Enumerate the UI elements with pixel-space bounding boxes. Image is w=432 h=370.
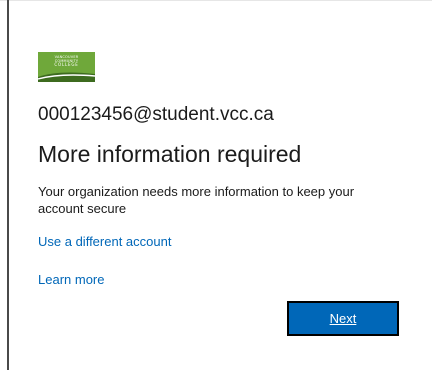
- vcc-logo: VANCOUVER COMMUNITY COLLEGE: [38, 52, 95, 82]
- logo-line-3: COLLEGE: [54, 62, 79, 67]
- learn-more-link[interactable]: Learn more: [38, 271, 104, 288]
- page-title: More information required: [38, 141, 302, 167]
- use-different-account-link[interactable]: Use a different account: [38, 233, 171, 250]
- account-email: 000123456@student.vcc.ca: [38, 104, 274, 125]
- next-button[interactable]: Next: [287, 301, 399, 336]
- logo-swoosh-icon: [38, 72, 95, 82]
- description-text: Your organization needs more information…: [38, 184, 355, 216]
